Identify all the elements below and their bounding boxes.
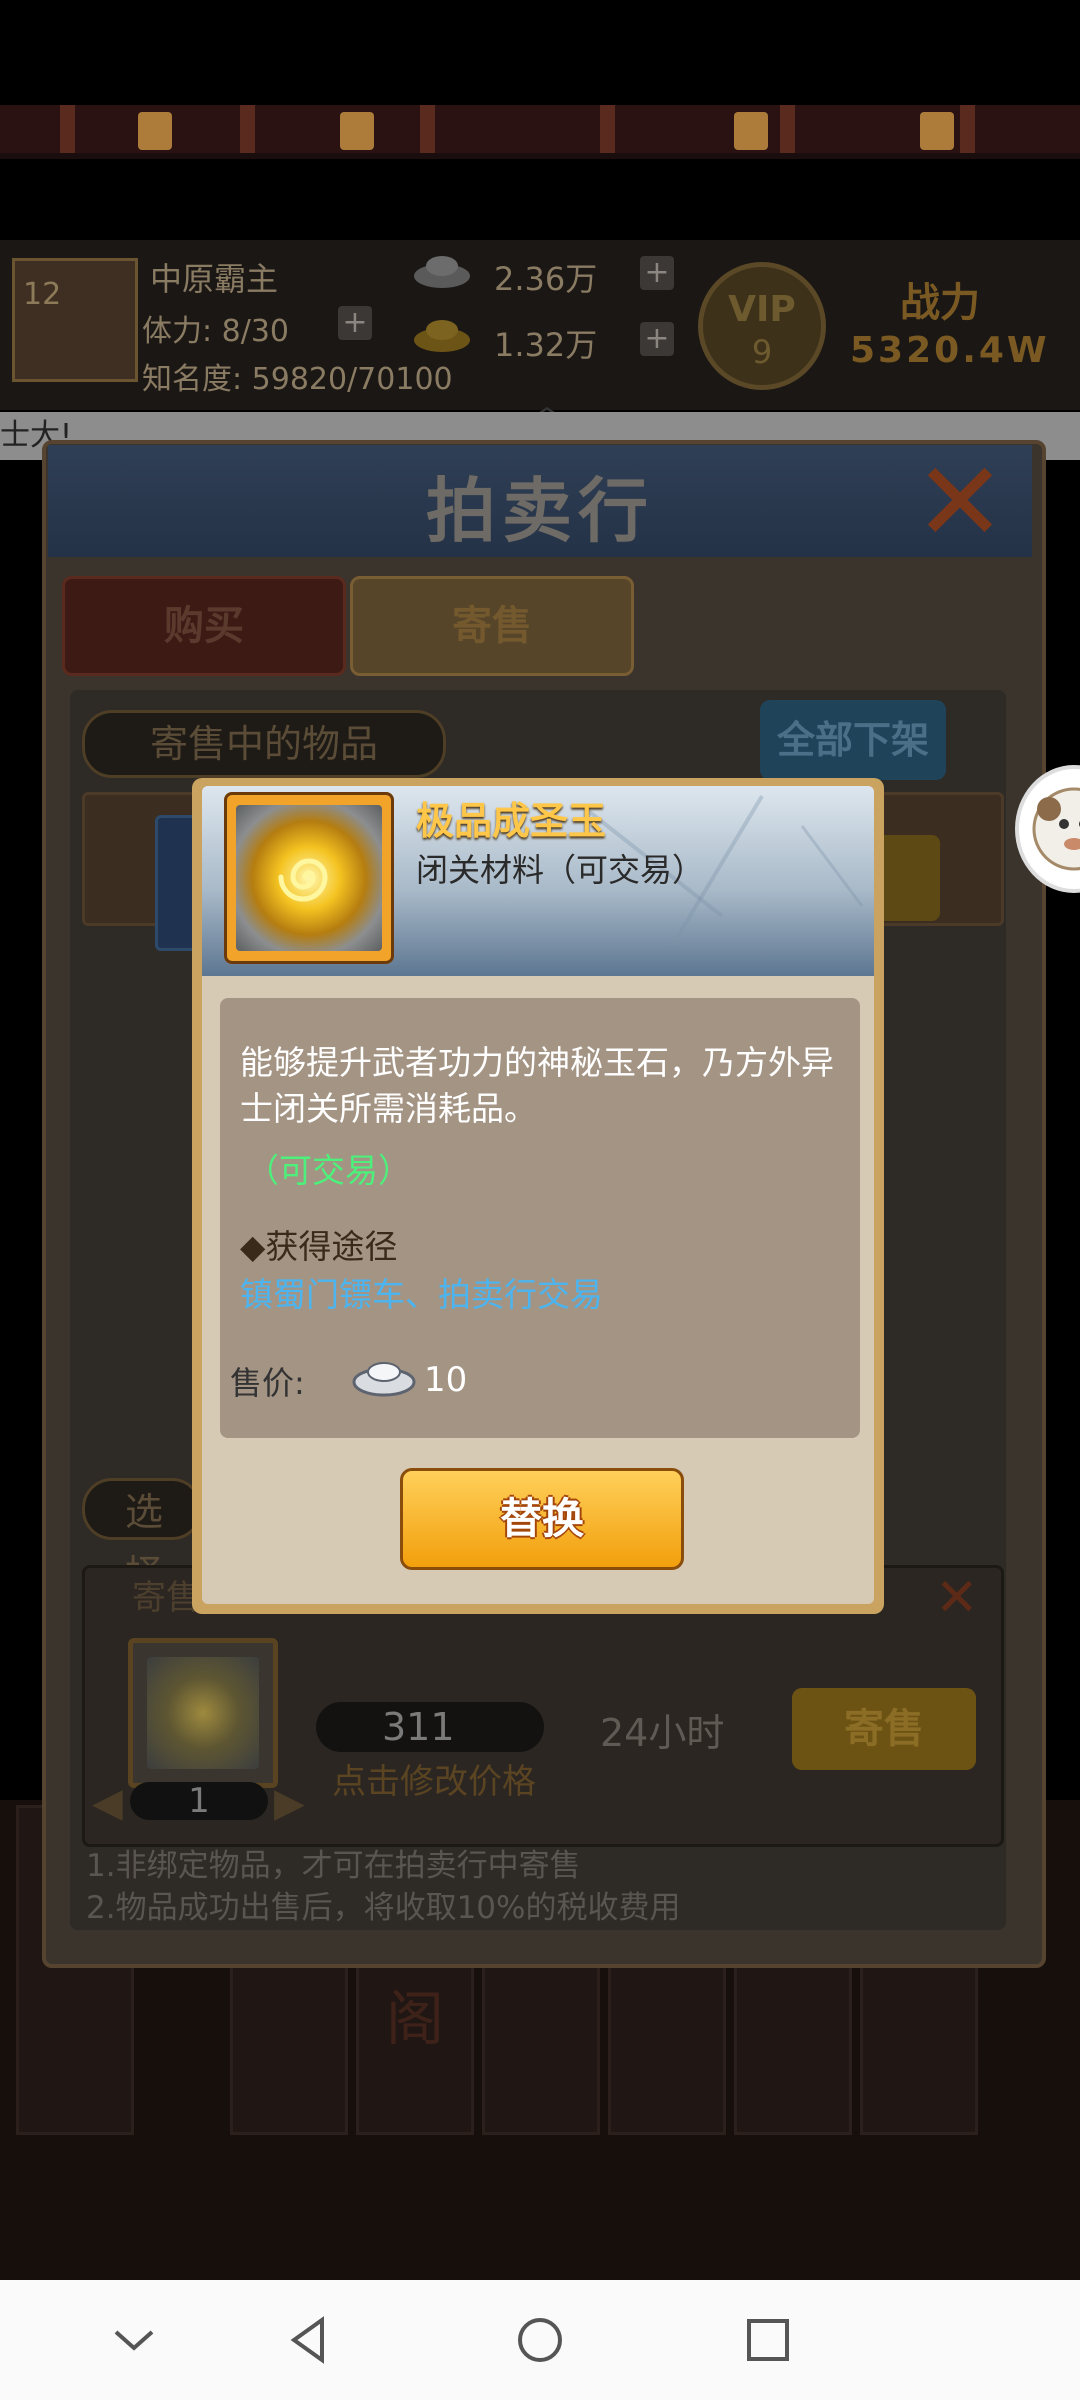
tradeable-tag: （可交易） xyxy=(246,1151,411,1190)
add-gold-button[interactable]: + xyxy=(640,322,674,356)
recents-icon[interactable] xyxy=(728,2300,808,2380)
consign-form-title: 寄售 xyxy=(132,1578,200,1618)
chevron-right-icon[interactable]: ▶ xyxy=(274,1780,305,1826)
swirl-icon xyxy=(278,858,328,902)
power-label: 战力 xyxy=(900,280,980,326)
note-line: 2.物品成功出售后，将收取10%的税收费用 xyxy=(86,1890,681,1926)
vip-badge[interactable]: VIP 9 xyxy=(698,262,826,390)
price-input[interactable]: 311 xyxy=(316,1702,544,1752)
silver-ingot-icon xyxy=(414,256,470,288)
duration-text: 24小时 xyxy=(600,1711,725,1755)
player-name: 中原霸主 xyxy=(150,260,279,298)
selected-item-slot[interactable] xyxy=(128,1638,278,1788)
vip-level: 9 xyxy=(751,333,773,371)
obtain-method-link[interactable]: 镇蜀门镖车、拍卖行交易 xyxy=(240,1268,603,1316)
power-value: 5320.4W xyxy=(850,330,1050,371)
silver-ingot-icon xyxy=(352,1362,416,1397)
tab-sell[interactable]: 寄售 xyxy=(350,576,634,676)
silver-amount: 2.36万 xyxy=(494,260,598,298)
consign-notes: 1.非绑定物品，才可在拍卖行中寄售 2.物品成功出售后，将收取10%的税收费用 xyxy=(86,1845,680,1929)
replace-button[interactable]: 替换 xyxy=(400,1468,684,1570)
jade-item-icon xyxy=(147,1657,259,1769)
consign-button[interactable]: 寄售 xyxy=(792,1688,976,1770)
back-icon[interactable] xyxy=(270,2300,350,2380)
lantern-icon xyxy=(340,112,374,150)
note-line: 1.非绑定物品，才可在拍卖行中寄售 xyxy=(86,1848,581,1884)
close-icon[interactable]: ✕ xyxy=(905,447,1015,557)
lantern-icon xyxy=(734,112,768,150)
level-badge: 12 xyxy=(23,277,62,312)
close-icon[interactable]: ✕ xyxy=(935,1568,979,1628)
unlist-all-button[interactable]: 全部下架 xyxy=(760,700,946,780)
stamina-text: 体力: 8/30 xyxy=(142,314,290,349)
chevron-left-icon[interactable]: ◀ xyxy=(92,1780,123,1826)
gold-ingot-icon xyxy=(414,320,470,352)
sale-price-value: 10 xyxy=(424,1360,468,1400)
lantern-icon xyxy=(138,112,172,150)
edit-price-hint[interactable]: 点击修改价格 xyxy=(332,1754,536,1803)
add-stamina-button[interactable]: + xyxy=(338,306,372,340)
fame-text: 知名度: 59820/70100 xyxy=(142,362,453,397)
lantern-icon xyxy=(920,112,954,150)
vip-label: VIP xyxy=(728,289,796,330)
on-sale-item-button[interactable] xyxy=(878,835,940,921)
gold-amount: 1.32万 xyxy=(494,326,598,364)
sale-price-label: 售价: xyxy=(230,1364,305,1402)
item-description: 能够提升武者功力的神秘玉石，乃方外异士闭关所需消耗品。 xyxy=(240,1043,834,1128)
home-icon[interactable] xyxy=(500,2300,580,2380)
item-name: 极品成圣玉 xyxy=(416,799,607,843)
add-silver-button[interactable]: + xyxy=(640,256,674,290)
player-avatar[interactable]: 12 xyxy=(12,258,138,382)
obtain-method-title: ◆获得途径 xyxy=(240,1227,398,1266)
quantity-value[interactable]: 1 xyxy=(130,1782,268,1820)
on-sale-label: 寄售中的物品 xyxy=(82,710,446,778)
item-type: 闭关材料（可交易） xyxy=(416,851,705,889)
chevron-down-icon[interactable] xyxy=(94,2300,174,2380)
select-item-label: 选择 xyxy=(82,1478,202,1596)
tab-buy[interactable]: 购买 xyxy=(62,576,346,676)
